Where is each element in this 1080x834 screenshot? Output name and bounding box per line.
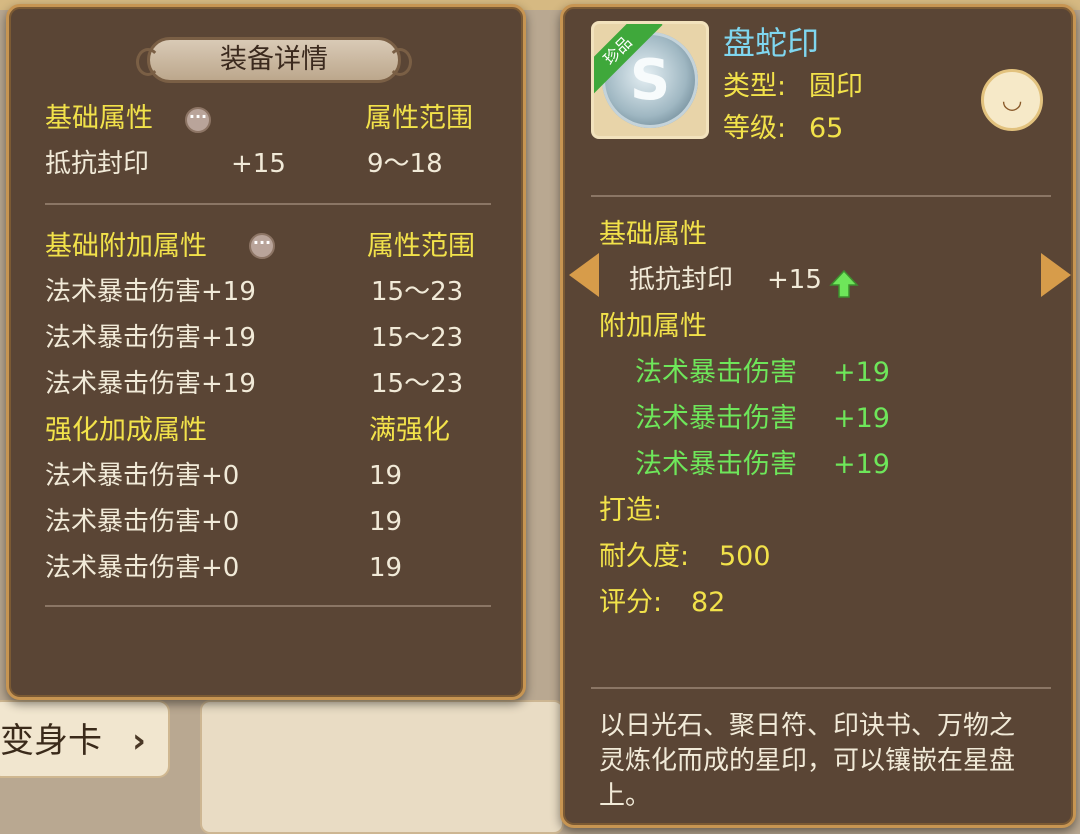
base-attr-header: 基础属性	[45, 103, 153, 134]
enhance-attr-header: 强化加成属性	[45, 415, 207, 446]
item-level-value: 65	[809, 113, 844, 144]
chevron-right-icon: ›	[131, 721, 146, 761]
extra-attr-header: 附加属性	[599, 311, 707, 342]
shop-card-label: 变身卡	[0, 721, 102, 761]
extra-attr-value: +19	[833, 357, 890, 388]
base-attr-value: +15	[767, 265, 822, 295]
item-name: 盘蛇印	[723, 24, 820, 62]
chevron-right-icon[interactable]	[1041, 253, 1071, 297]
item-type-value: 圆印	[809, 71, 863, 102]
divider	[591, 687, 1051, 689]
chevron-left-icon[interactable]	[569, 253, 599, 297]
extra-attr-row: 法术暴击伤害+19	[45, 369, 256, 399]
score-value: 82	[691, 587, 726, 618]
equipment-detail-panel: 装备详情 基础属性 ··· 属性范围 抵抗封印 +15 9～18 基础附加属性 …	[6, 4, 526, 700]
divider	[45, 605, 491, 607]
item-icon-frame: S 珍品	[591, 21, 709, 139]
base-attr-name: 抵抗封印	[629, 265, 734, 295]
enhance-attr-row: 法术暴击伤害+0	[45, 507, 240, 537]
base-attr-value: +15	[231, 149, 286, 179]
extra-attr-value: +19	[833, 403, 890, 434]
extra-attr-name: 法术暴击伤害	[635, 403, 797, 434]
extra-range-header: 属性范围	[367, 231, 475, 262]
item-info-panel: S 珍品 盘蛇印 类型: 圆印 等级: 65 ◡ 基础属性 抵抗封印 +15 附…	[560, 4, 1076, 828]
extra-attr-header: 基础附加属性	[45, 231, 207, 262]
durability-value: 500	[719, 541, 771, 572]
enhance-attr-range: 19	[369, 553, 403, 583]
item-description: 以日光石、聚日符、印诀书、万物之灵炼化而成的星印，可以镶嵌在星盘上。	[599, 711, 1016, 811]
background-card	[200, 700, 564, 834]
enhance-attr-row: 法术暴击伤害+0	[45, 461, 240, 491]
extra-attr-range: 15～23	[371, 277, 464, 307]
enhance-range-header: 满强化	[369, 415, 450, 446]
forge-label: 打造:	[599, 495, 663, 526]
extra-attr-name: 法术暴击伤害	[635, 449, 797, 480]
extra-attr-row: 法术暴击伤害+19	[45, 323, 256, 353]
divider	[591, 195, 1051, 197]
enhance-attr-row: 法术暴击伤害+0	[45, 553, 240, 583]
ellipsis-icon[interactable]: ···	[249, 233, 275, 259]
enhance-attr-range: 19	[369, 461, 403, 491]
range-header: 属性范围	[365, 103, 473, 134]
eye-closed-icon: ◡	[1001, 86, 1023, 114]
item-type-label: 类型:	[723, 71, 787, 102]
extra-attr-range: 15～23	[371, 369, 464, 399]
extra-attr-name: 法术暴击伤害	[635, 357, 797, 388]
shop-card-button[interactable]: 变身卡 ›	[0, 700, 170, 778]
base-attr-name: 抵抗封印	[45, 149, 150, 179]
ellipsis-icon[interactable]: ···	[185, 107, 211, 133]
base-attr-header: 基础属性	[599, 219, 707, 250]
eye-toggle-button[interactable]: ◡	[981, 69, 1043, 131]
arrow-up-icon	[829, 269, 859, 298]
item-level-label: 等级:	[723, 113, 787, 144]
base-attr-range: 9～18	[367, 149, 443, 179]
panel-title: 装备详情	[136, 37, 412, 83]
extra-attr-row: 法术暴击伤害+19	[45, 277, 256, 307]
enhance-attr-range: 19	[369, 507, 403, 537]
divider	[45, 203, 491, 205]
extra-attr-value: +19	[833, 449, 890, 480]
durability-label: 耐久度:	[599, 541, 690, 572]
extra-attr-range: 15～23	[371, 323, 464, 353]
score-label: 评分:	[599, 587, 663, 618]
